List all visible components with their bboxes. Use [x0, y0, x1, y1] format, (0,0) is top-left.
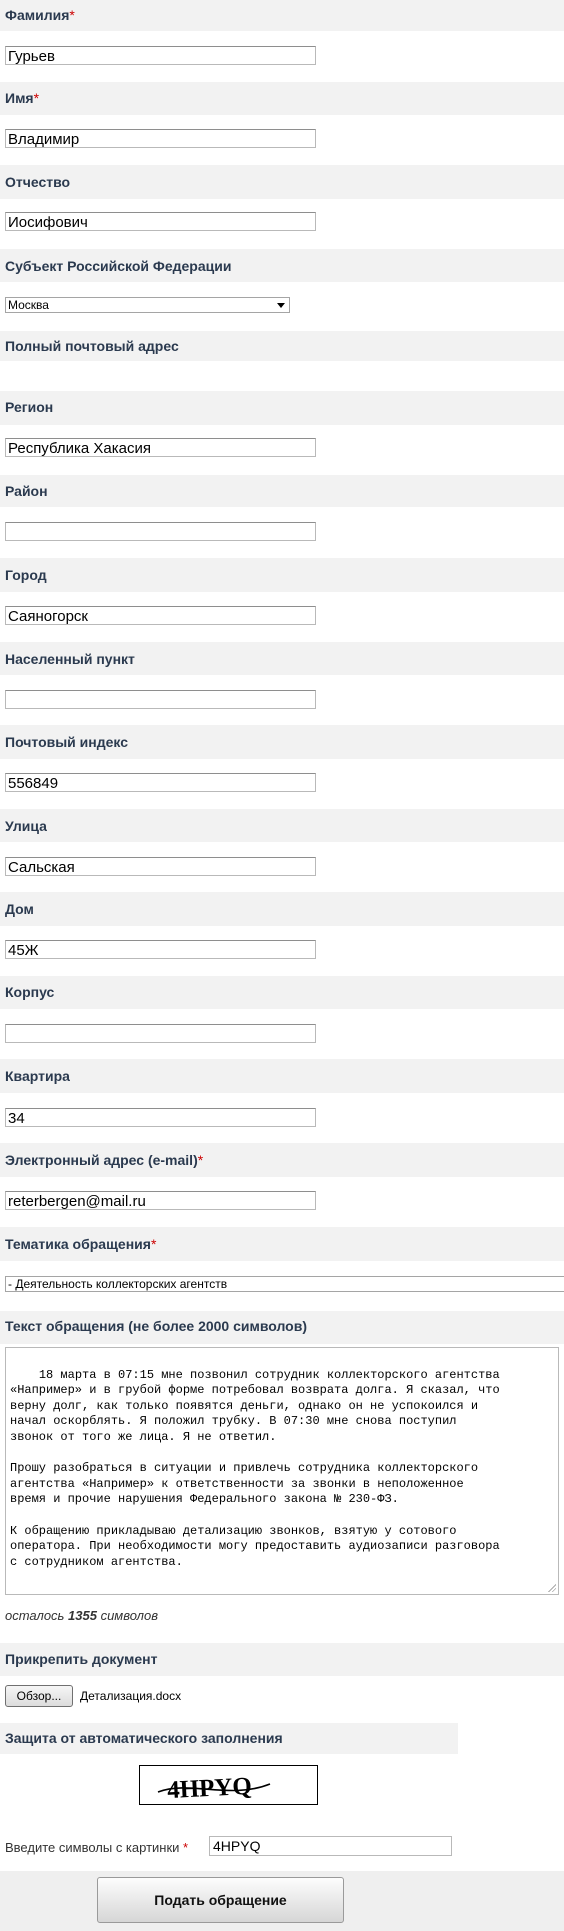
label-band-city	[0, 558, 564, 592]
city-input[interactable]: Саяногорск	[5, 606, 316, 625]
house-label: Дом	[5, 901, 34, 917]
settlement-input[interactable]	[5, 690, 316, 709]
apartment-input[interactable]: 34	[5, 1108, 316, 1127]
settlement-label: Населенный пункт	[5, 651, 135, 667]
label-band-patronymic	[0, 165, 564, 199]
required-mark: *	[150, 1236, 157, 1252]
label-band-apartment	[0, 1059, 564, 1093]
label-band-street	[0, 809, 564, 842]
captcha-image-graphic: 4HPYQ	[157, 1773, 271, 1804]
label-band-first-name	[0, 82, 564, 115]
topic-select[interactable]: - Деятельность коллекторских агентств	[5, 1276, 564, 1292]
city-label: Город	[5, 567, 47, 583]
label-band-region	[0, 391, 564, 425]
label-band-district	[0, 475, 564, 507]
topic-label: Тематика обращения*	[5, 1236, 157, 1252]
message-label: Текст обращения (не более 2000 символов)	[5, 1318, 308, 1334]
last-name-input[interactable]: Гурьев	[5, 46, 316, 65]
label-band-building	[0, 976, 564, 1009]
captcha-image: 4HPYQ	[139, 1765, 318, 1805]
building-label: Корпус	[5, 984, 55, 1000]
message-text: 18 марта в 07:15 мне позвонил сотрудник …	[10, 1367, 500, 1569]
char-counter: осталось 1355 символов	[5, 1608, 159, 1623]
required-mark: *	[183, 1840, 189, 1855]
browse-button[interactable]: Обзор...	[5, 1685, 73, 1707]
last-name-label: Фамилия*	[5, 7, 75, 23]
label-band-house	[0, 892, 564, 926]
apartment-label: Квартира	[5, 1068, 70, 1084]
street-label: Улица	[5, 818, 47, 834]
message-textarea[interactable]: 18 марта в 07:15 мне позвонил сотрудник …	[5, 1347, 559, 1595]
resize-grip-icon[interactable]	[548, 1584, 556, 1592]
subject-label: Субъект Российской Федерации	[5, 258, 232, 274]
first-name-input[interactable]: Владимир	[5, 129, 316, 148]
house-input[interactable]: 45Ж	[5, 940, 316, 959]
captcha-input[interactable]: 4HPYQ	[209, 1836, 452, 1856]
captcha-prompt: Введите символы с картинки *	[5, 1840, 189, 1855]
attachment-label: Прикрепить документ	[5, 1651, 158, 1667]
district-input[interactable]	[5, 522, 316, 541]
street-input[interactable]: Сальская	[5, 857, 316, 876]
subject-select[interactable]: Москва	[5, 297, 290, 313]
postal-address-heading: Полный почтовый адрес	[5, 338, 179, 354]
first-name-label: Имя*	[5, 90, 40, 106]
appeal-form: Фамилия* Гурьев Имя* Владимир Отчество И…	[0, 0, 564, 1931]
submit-button[interactable]: Подать обращение	[97, 1877, 344, 1923]
patronymic-input[interactable]: Иосифович	[5, 212, 316, 231]
required-mark: *	[197, 1152, 204, 1168]
required-mark: *	[69, 7, 75, 23]
postcode-label: Почтовый индекс	[5, 734, 129, 750]
subject-select-value: Москва	[8, 298, 49, 312]
building-input[interactable]	[5, 1024, 316, 1043]
attached-file-name: Детализация.docx	[80, 1689, 182, 1703]
region-input[interactable]: Республика Хакасия	[5, 438, 316, 457]
patronymic-label: Отчество	[5, 174, 71, 190]
topic-select-value: - Деятельность коллекторских агентств	[8, 1277, 228, 1291]
required-mark: *	[33, 90, 40, 106]
captcha-heading: Защита от автоматического заполнения	[5, 1730, 283, 1746]
postcode-input[interactable]: 556849	[5, 773, 316, 792]
district-label: Район	[5, 483, 48, 499]
char-counter-value: 1355	[68, 1608, 97, 1623]
label-band-last-name	[0, 0, 564, 31]
dropdown-arrow-icon	[277, 303, 285, 308]
email-input[interactable]: reterbergen@mail.ru	[5, 1191, 316, 1210]
email-label: Электронный адрес (e-mail)*	[5, 1152, 204, 1168]
region-label: Регион	[5, 399, 54, 415]
